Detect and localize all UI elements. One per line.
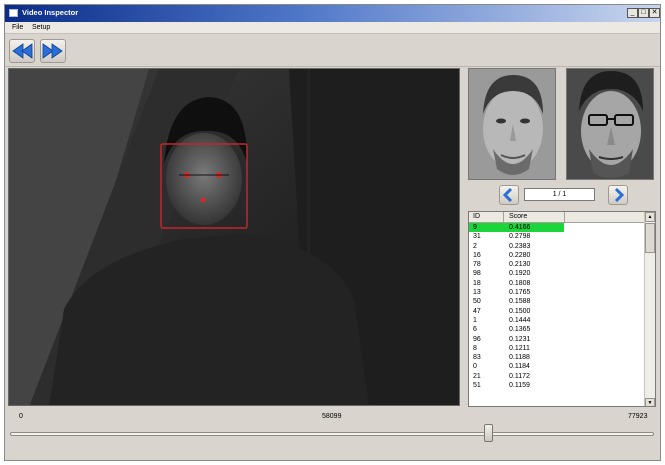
table-row[interactable]: 83 0.1188 bbox=[469, 353, 645, 362]
cell-score: 0.1920 bbox=[509, 270, 531, 278]
table-row[interactable]: 47 0.1500 bbox=[469, 307, 645, 316]
table-row[interactable]: 13 0.1765 bbox=[469, 288, 645, 297]
cell-id: 21 bbox=[473, 372, 481, 380]
next-match-button[interactable] bbox=[608, 185, 628, 205]
timeline-current-label: 58099 bbox=[322, 413, 342, 420]
cell-id: 13 bbox=[473, 289, 481, 297]
minimize-button[interactable]: _ bbox=[627, 8, 638, 18]
previous-match-button[interactable] bbox=[499, 185, 519, 205]
cell-score: 0.1159 bbox=[509, 382, 530, 390]
table-row[interactable]: 21 0.1172 bbox=[469, 372, 645, 381]
title-bar[interactable]: Video Inspector _ □ ✕ bbox=[5, 5, 660, 22]
table-header: ID Score bbox=[469, 212, 645, 223]
table-row[interactable]: 96 0.1231 bbox=[469, 335, 645, 344]
cell-score: 0.1188 bbox=[509, 354, 530, 362]
page-indicator[interactable]: 1 / 1 bbox=[524, 188, 595, 201]
table-row[interactable]: 6 0.1365 bbox=[469, 325, 645, 334]
table-row[interactable]: 1 0.1444 bbox=[469, 316, 645, 325]
video-image bbox=[9, 69, 459, 405]
chevron-left-icon bbox=[502, 187, 513, 203]
cell-score: 0.1365 bbox=[509, 326, 531, 334]
slider-handle[interactable] bbox=[483, 424, 493, 442]
cell-id: 16 bbox=[473, 251, 481, 259]
chevron-right-icon bbox=[614, 187, 625, 203]
table-body: 9 0.4166 31 0.2798 2 0.2383 16 0.2280 78 0.2130 98… bbox=[469, 223, 645, 390]
cell-id: 50 bbox=[473, 298, 481, 306]
toolbar bbox=[5, 35, 660, 67]
table-row[interactable]: 31 0.2798 bbox=[469, 232, 645, 241]
cell-score: 0.1765 bbox=[509, 289, 531, 297]
timeline-slider[interactable] bbox=[8, 424, 656, 444]
cell-id: 83 bbox=[473, 354, 481, 362]
table-row[interactable]: 9 0.4166 bbox=[469, 223, 645, 233]
close-button[interactable]: ✕ bbox=[649, 8, 660, 18]
cell-id: 47 bbox=[473, 307, 481, 315]
table-row[interactable]: 78 0.2130 bbox=[469, 260, 645, 269]
maximize-button[interactable]: □ bbox=[638, 8, 649, 18]
face-thumbnail-query bbox=[468, 68, 556, 180]
cell-id: 6 bbox=[473, 326, 477, 334]
column-header-id[interactable]: ID bbox=[473, 213, 480, 220]
match-table[interactable]: ID Score 9 0.4166 31 0.2798 2 0.2383 16 0.2280 7… bbox=[468, 211, 656, 407]
cell-score: 0.1184 bbox=[509, 363, 530, 371]
cell-score: 0.2798 bbox=[509, 233, 531, 241]
rewind-button[interactable] bbox=[9, 39, 35, 63]
table-row[interactable]: 0 0.1184 bbox=[469, 362, 645, 371]
cell-score: 0.1588 bbox=[509, 298, 531, 306]
cell-score: 0.1808 bbox=[509, 279, 531, 287]
table-row[interactable]: 18 0.1808 bbox=[469, 279, 645, 288]
fast-forward-icon bbox=[42, 43, 63, 59]
cell-id: 0 bbox=[473, 363, 477, 371]
cell-id: 51 bbox=[473, 382, 481, 390]
menu-setup[interactable]: Setup bbox=[32, 24, 50, 31]
cell-score: 0.1444 bbox=[509, 316, 531, 324]
cell-id: 9 bbox=[473, 224, 477, 231]
slider-track[interactable] bbox=[10, 432, 654, 436]
column-divider[interactable] bbox=[503, 212, 504, 223]
table-row[interactable]: 50 0.1588 bbox=[469, 297, 645, 306]
window-title: Video Inspector bbox=[22, 8, 79, 17]
table-row[interactable]: 8 0.1211 bbox=[469, 344, 645, 353]
cell-score: 0.1211 bbox=[509, 344, 530, 352]
app-icon bbox=[9, 9, 18, 17]
cell-id: 18 bbox=[473, 279, 481, 287]
scrollbar-thumb[interactable] bbox=[645, 223, 655, 253]
cell-id: 98 bbox=[473, 270, 481, 278]
cell-score: 0.2280 bbox=[509, 251, 531, 259]
cell-id: 2 bbox=[473, 242, 477, 250]
cell-id: 8 bbox=[473, 344, 477, 352]
table-row[interactable]: 51 0.1159 bbox=[469, 381, 645, 390]
cell-score: 0.2130 bbox=[509, 261, 531, 269]
cell-id: 31 bbox=[473, 233, 481, 241]
timeline-end-label: 77923 bbox=[628, 413, 648, 420]
cell-score: 0.2383 bbox=[509, 242, 531, 250]
cell-score: 0.1172 bbox=[509, 372, 530, 380]
table-row[interactable]: 2 0.2383 bbox=[469, 242, 645, 251]
table-scrollbar[interactable]: ▲ ▼ bbox=[644, 212, 655, 406]
cell-id: 78 bbox=[473, 261, 481, 269]
column-header-score[interactable]: Score bbox=[509, 213, 527, 220]
face-thumbnail-match bbox=[566, 68, 654, 180]
cell-id: 1 bbox=[473, 316, 477, 324]
table-row[interactable]: 16 0.2280 bbox=[469, 251, 645, 260]
menu-file[interactable]: File bbox=[12, 24, 23, 31]
column-divider[interactable] bbox=[564, 212, 565, 223]
cell-score: 0.4166 bbox=[509, 224, 531, 231]
cell-score: 0.1231 bbox=[509, 335, 531, 343]
cell-id: 96 bbox=[473, 335, 481, 343]
cell-score: 0.1500 bbox=[509, 307, 531, 315]
rewind-icon bbox=[12, 43, 33, 59]
scroll-up-arrow-icon[interactable]: ▲ bbox=[645, 212, 655, 222]
video-frame[interactable] bbox=[8, 68, 460, 406]
scroll-down-arrow-icon[interactable]: ▼ bbox=[645, 398, 655, 406]
fast-forward-button[interactable] bbox=[40, 39, 66, 63]
table-row[interactable]: 98 0.1920 bbox=[469, 269, 645, 278]
timeline-start-label: 0 bbox=[19, 413, 23, 420]
menu-bar: File Setup bbox=[5, 22, 660, 34]
